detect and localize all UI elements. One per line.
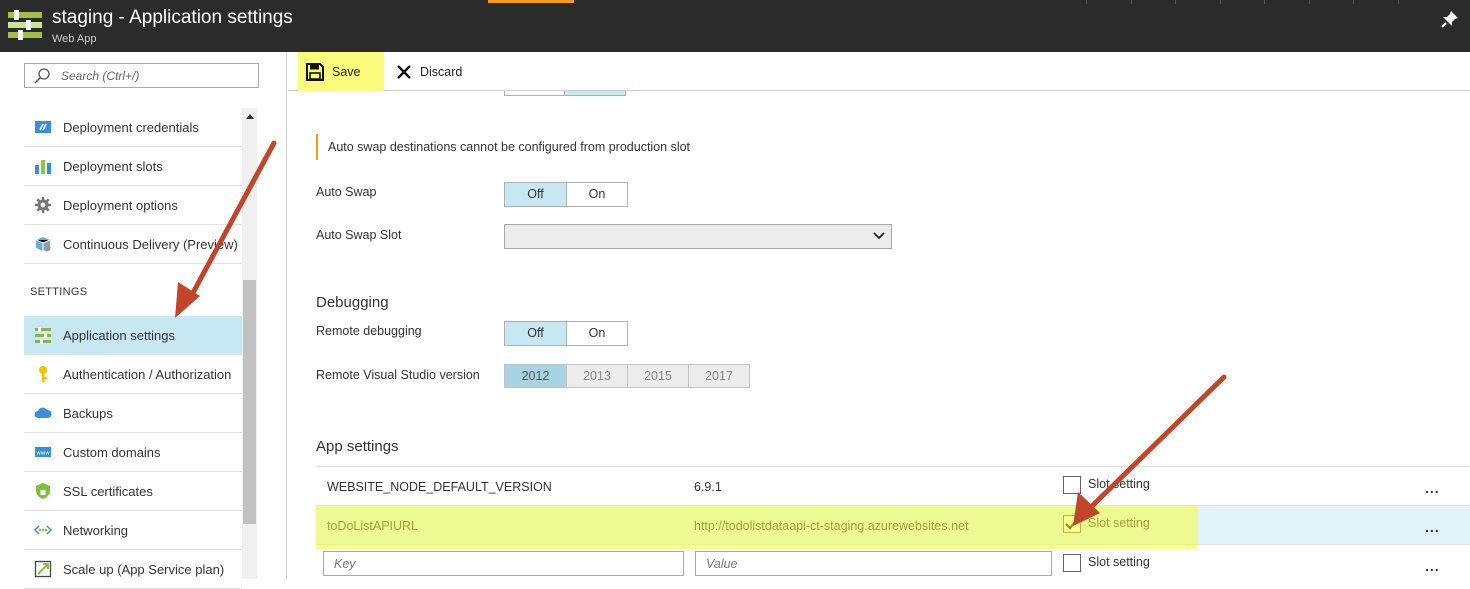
vs-version-2013: 2013 bbox=[566, 365, 627, 387]
nav-item-custom-domains[interactable]: www Custom domains bbox=[24, 433, 242, 472]
gear-icon bbox=[35, 197, 51, 213]
app-settings-icon bbox=[35, 327, 51, 344]
key-input[interactable] bbox=[323, 551, 684, 576]
app-settings-table: WEBSITE_NODE_DEFAULT_VERSION 6.9.1 Slot … bbox=[316, 466, 1470, 583]
nav-item-label: Continuous Delivery (Preview) bbox=[63, 236, 238, 252]
vs-version-2017: 2017 bbox=[688, 365, 749, 387]
networking-icon bbox=[34, 525, 52, 535]
debugging-title: Debugging bbox=[316, 294, 389, 311]
close-icon bbox=[397, 64, 411, 79]
info-message: Auto swap destinations cannot be configu… bbox=[316, 134, 690, 160]
setting-value[interactable]: http://todolistdataapi-ct-staging.azurew… bbox=[694, 519, 968, 533]
svg-text:www: www bbox=[36, 451, 50, 457]
setting-value[interactable]: 6.9.1 bbox=[694, 480, 722, 494]
nav-item-label: Deployment slots bbox=[63, 158, 163, 174]
slot-setting-label: Slot setting bbox=[1088, 555, 1150, 569]
scroll-up-icon[interactable] bbox=[246, 114, 254, 119]
app-settings-title: App settings bbox=[316, 438, 399, 455]
app-settings-icon bbox=[8, 10, 42, 40]
key-icon bbox=[39, 366, 47, 382]
nav-item-scale-up[interactable]: Scale up (App Service plan) bbox=[24, 550, 242, 589]
scrolled-toggle bbox=[504, 91, 626, 96]
setting-key[interactable]: WEBSITE_NODE_DEFAULT_VERSION bbox=[327, 480, 552, 494]
resource-menu: Search (Ctrl+/) Deployment credentials D… bbox=[0, 52, 287, 589]
nav-item-label: Deployment options bbox=[63, 197, 178, 213]
auto-swap-toggle: Off On bbox=[504, 182, 628, 207]
nav-item-label: Custom domains bbox=[63, 444, 161, 460]
auto-swap-on[interactable]: On bbox=[566, 183, 627, 206]
nav-item-continuous-delivery[interactable]: Continuous Delivery (Preview) bbox=[24, 225, 242, 264]
cloud-icon bbox=[34, 407, 52, 418]
table-row[interactable]: toDoListAPIURL http://todolistdataapi-ct… bbox=[316, 505, 1470, 544]
deployment-slots-icon bbox=[35, 160, 51, 174]
nav-item-backups[interactable]: Backups bbox=[24, 394, 242, 433]
scroll-thumb[interactable] bbox=[243, 280, 256, 524]
command-bar: Save Discard bbox=[288, 52, 1470, 91]
vs-version-2012: 2012 bbox=[505, 365, 566, 387]
table-row[interactable]: WEBSITE_NODE_DEFAULT_VERSION 6.9.1 Slot … bbox=[316, 466, 1470, 505]
active-tab-accent bbox=[488, 0, 574, 3]
slot-setting-label: Slot setting bbox=[1088, 516, 1150, 530]
nav-item-label: Networking bbox=[63, 522, 129, 538]
slot-setting-checkbox[interactable] bbox=[1063, 515, 1081, 533]
nav-item-application-settings[interactable]: Application settings bbox=[24, 316, 242, 355]
settings-blade: Save Discard Auto swap destinations cann… bbox=[288, 52, 1470, 579]
auto-swap-label: Auto Swap bbox=[316, 185, 377, 199]
shield-icon bbox=[36, 483, 50, 499]
nav-item-label: Scale up (App Service plan) bbox=[63, 561, 225, 577]
nav-item-deployment-options[interactable]: Deployment options bbox=[24, 186, 242, 225]
pin-icon[interactable] bbox=[1441, 10, 1459, 28]
remote-debugging-off[interactable]: Off bbox=[505, 322, 566, 345]
new-setting-row: Slot setting ... bbox=[316, 544, 1470, 583]
remote-debugging-toggle: Off On bbox=[504, 321, 628, 346]
save-button[interactable]: Save bbox=[298, 52, 384, 91]
nav-item-label: SSL certificates bbox=[63, 483, 153, 499]
remote-debugging-label: Remote debugging bbox=[316, 324, 422, 338]
search-input[interactable]: Search (Ctrl+/) bbox=[61, 69, 139, 83]
settings-section-header: SETTINGS bbox=[30, 286, 88, 298]
slot-setting-label: Slot setting bbox=[1088, 477, 1150, 491]
title-bar: staging - Application settings Web App bbox=[0, 0, 1470, 52]
slot-setting-checkbox[interactable] bbox=[1063, 476, 1081, 494]
nav-item-label: Authentication / Authorization bbox=[63, 366, 232, 382]
search-box[interactable]: Search (Ctrl+/) bbox=[24, 63, 259, 88]
nav-item-label: Backups bbox=[63, 405, 113, 421]
nav-item-deployment-credentials[interactable]: Deployment credentials bbox=[24, 108, 242, 147]
remote-debugging-on[interactable]: On bbox=[566, 322, 627, 345]
auto-swap-slot-select[interactable] bbox=[504, 224, 892, 249]
vs-version-2015: 2015 bbox=[627, 365, 688, 387]
page-title: staging - Application settings bbox=[52, 7, 293, 28]
nav-scrollbar[interactable] bbox=[242, 108, 257, 579]
slot-setting-checkbox[interactable] bbox=[1063, 554, 1081, 572]
nav-item-label: Deployment credentials bbox=[63, 119, 199, 135]
remote-vs-version-selector: 2012 2013 2015 2017 bbox=[504, 364, 750, 388]
deployment-credentials-icon bbox=[35, 121, 51, 133]
search-icon bbox=[34, 68, 50, 84]
nav-item-ssl-certificates[interactable]: SSL certificates bbox=[24, 472, 242, 511]
save-icon bbox=[306, 62, 324, 81]
discard-button[interactable]: Discard bbox=[388, 52, 468, 91]
remote-vs-version-label: Remote Visual Studio version bbox=[316, 368, 480, 382]
www-icon: www bbox=[35, 447, 51, 457]
setting-key[interactable]: toDoListAPIURL bbox=[327, 519, 418, 533]
auto-swap-slot-label: Auto Swap Slot bbox=[316, 228, 402, 242]
scale-up-icon bbox=[34, 560, 52, 578]
continuous-delivery-icon bbox=[35, 237, 51, 252]
nav-item-networking[interactable]: Networking bbox=[24, 511, 242, 550]
chevron-down-icon bbox=[873, 232, 885, 240]
nav-item-deployment-slots[interactable]: Deployment slots bbox=[24, 147, 242, 186]
auto-swap-off[interactable]: Off bbox=[505, 183, 566, 206]
value-input[interactable] bbox=[695, 551, 1052, 576]
page-subtitle: Web App bbox=[52, 33, 97, 45]
nav-item-label: Application settings bbox=[63, 327, 176, 343]
nav-item-authentication[interactable]: Authentication / Authorization bbox=[24, 355, 242, 394]
more-options-button[interactable]: ... bbox=[1425, 519, 1440, 535]
checkmark-icon bbox=[1065, 517, 1079, 530]
more-options-button[interactable]: ... bbox=[1425, 558, 1440, 574]
more-options-button[interactable]: ... bbox=[1425, 480, 1440, 496]
